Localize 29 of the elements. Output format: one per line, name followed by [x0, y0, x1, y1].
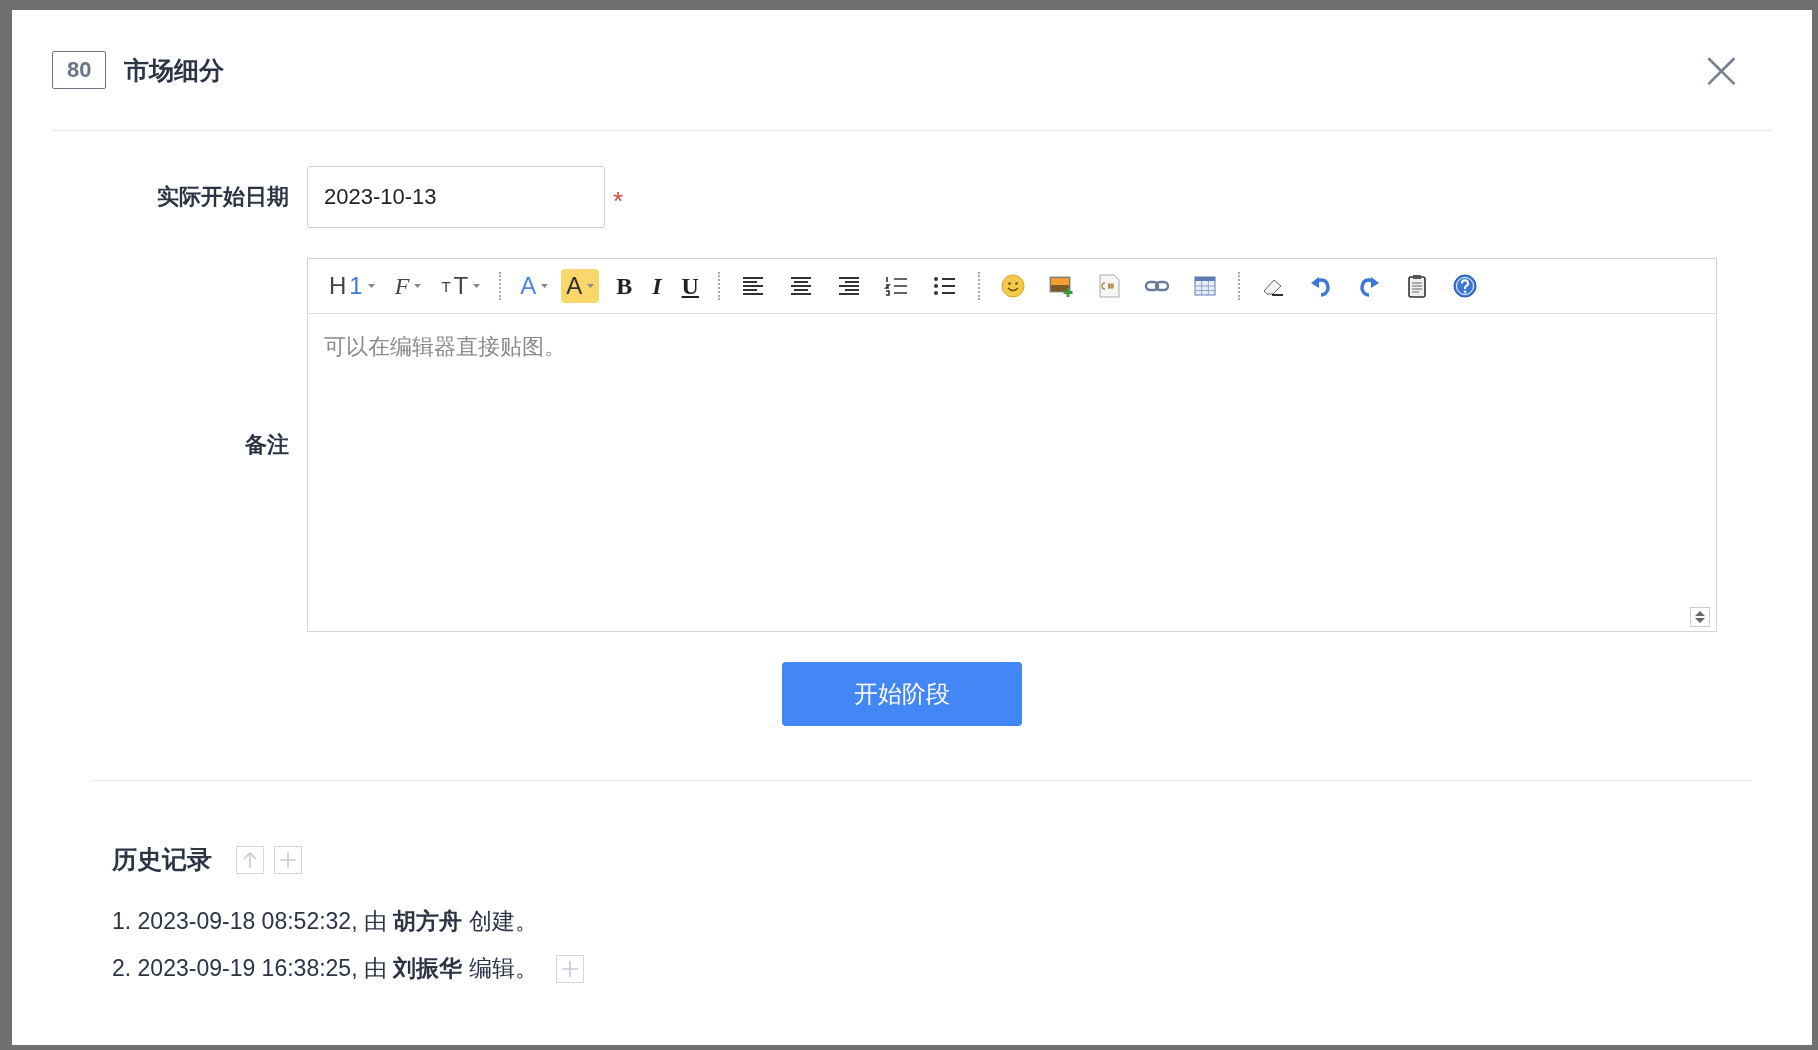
italic-button[interactable]: I	[645, 269, 669, 303]
caret-icon[interactable]	[541, 284, 549, 288]
field-label: 实际开始日期	[156, 183, 290, 211]
font-button[interactable]: F	[387, 269, 429, 303]
history-title: 历史记录	[112, 844, 212, 875]
caret-icon[interactable]	[367, 284, 375, 288]
id-badge: 80	[52, 51, 107, 89]
history-entry: 1. 2023-09-18 08:52:32, 由 胡方舟 创建。	[112, 907, 538, 936]
heading-button[interactable]: H 1	[322, 269, 382, 303]
dialog-title: 市场细分	[124, 54, 226, 86]
image-plus-icon[interactable]	[1047, 273, 1074, 299]
size-button[interactable]: TT	[434, 269, 488, 303]
help-icon[interactable]	[1451, 273, 1478, 299]
resize-handle-icon[interactable]	[1690, 607, 1710, 627]
field-label: 备注	[244, 431, 290, 459]
smiley-icon[interactable]	[999, 273, 1026, 299]
table-icon[interactable]	[1191, 273, 1218, 299]
caret-icon[interactable]	[587, 284, 595, 288]
required-mark: *	[613, 184, 624, 217]
bold-button[interactable]: B	[609, 269, 640, 303]
close-button[interactable]: ×	[1686, 50, 1756, 90]
caret-icon[interactable]	[473, 284, 481, 288]
date-field[interactable]: 2023-10-13	[307, 166, 605, 228]
history-entry: 2. 2023-09-19 16:38:25, 由 刘振华 编辑。	[112, 954, 538, 983]
underline-button[interactable]: U	[674, 269, 706, 303]
highlight-button[interactable]: A	[561, 269, 600, 303]
color-button[interactable]: A	[513, 269, 556, 303]
caret-icon[interactable]	[414, 284, 422, 288]
rich-text-editor[interactable]: H 1 F TT A A B I U 可以在编辑器直接贴图。	[307, 258, 1717, 632]
